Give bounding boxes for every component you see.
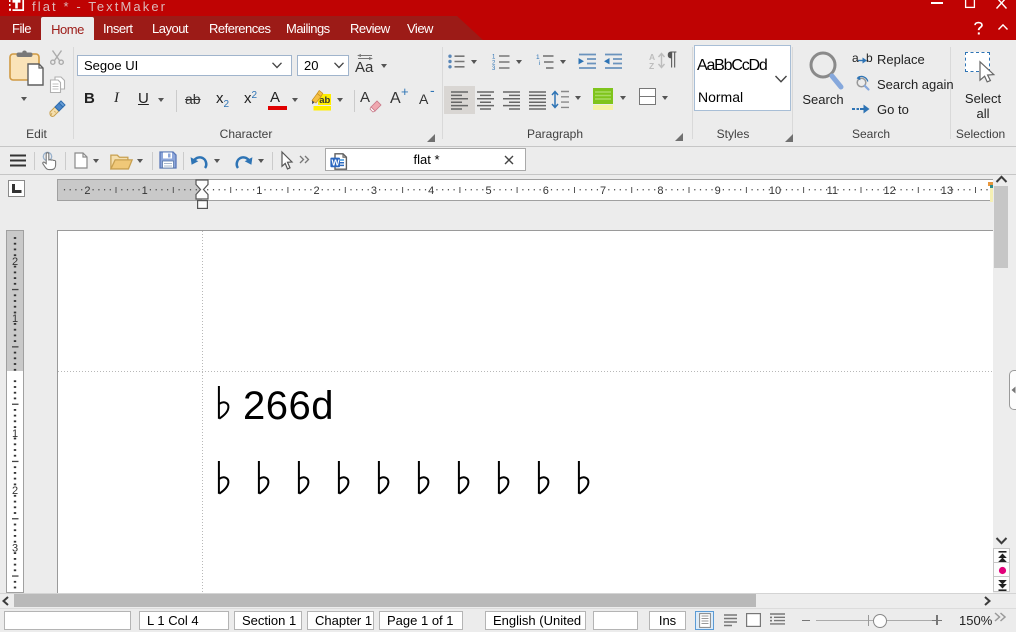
- svg-text:1: 1: [142, 185, 148, 197]
- svg-text:12: 12: [883, 185, 895, 197]
- svg-text:1: 1: [256, 185, 262, 197]
- svg-text:9: 9: [715, 185, 721, 197]
- svg-text:2: 2: [84, 185, 90, 197]
- svg-text:11: 11: [827, 185, 838, 197]
- svg-text:13: 13: [941, 185, 953, 197]
- svg-text:7: 7: [600, 185, 606, 197]
- svg-text:Z: Z: [649, 61, 654, 71]
- svg-text:6: 6: [543, 185, 549, 197]
- svg-text:10: 10: [769, 185, 781, 197]
- svg-text:8: 8: [657, 185, 663, 197]
- svg-text:3: 3: [492, 66, 496, 72]
- svg-text:3: 3: [371, 185, 377, 197]
- svg-text:4: 4: [428, 185, 434, 197]
- svg-text:5: 5: [485, 185, 491, 197]
- svg-text:2: 2: [314, 185, 320, 197]
- svg-text:i: i: [539, 60, 540, 67]
